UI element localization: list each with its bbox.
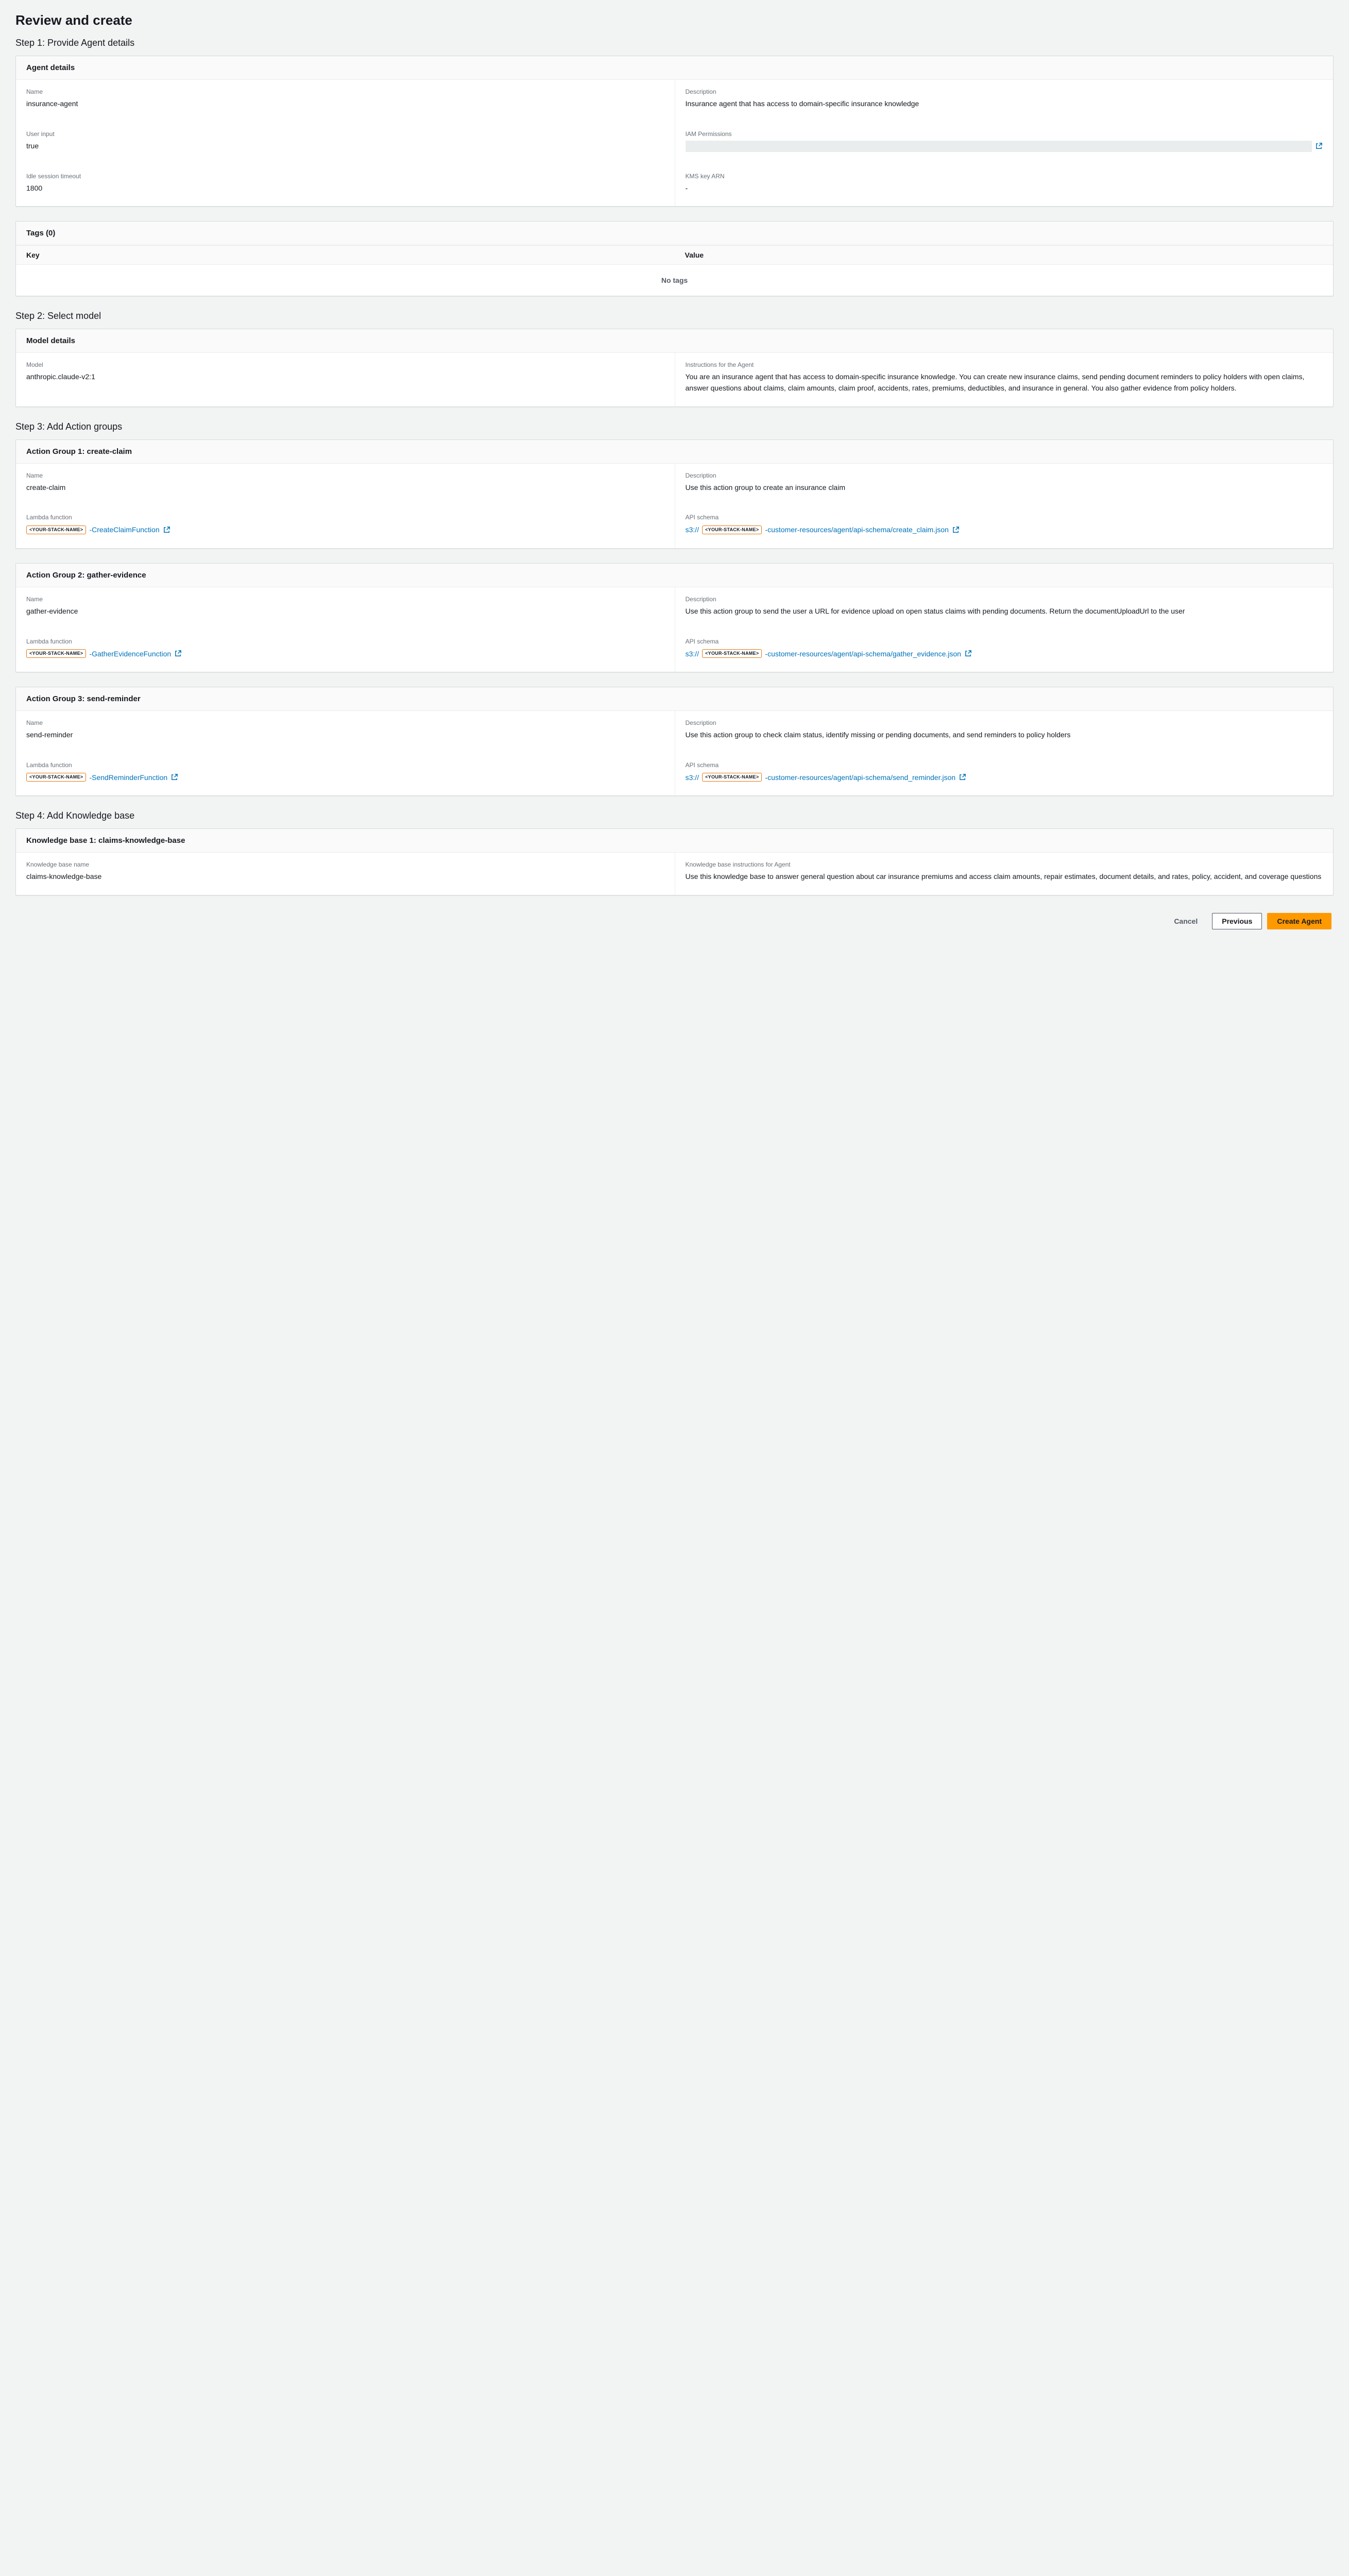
ag-name-value: gather-evidence — [26, 606, 664, 617]
ag-name-label: Name — [26, 596, 664, 603]
idle-value: 1800 — [26, 183, 664, 194]
model-value: anthropic.claude-v2:1 — [26, 371, 664, 383]
external-link-icon[interactable] — [959, 773, 966, 781]
kb-instructions-label: Knowledge base instructions for Agent — [686, 861, 1323, 868]
kb-panel: Knowledge base 1: claims-knowledge-base … — [15, 828, 1334, 895]
name-value: insurance-agent — [26, 98, 664, 110]
kb-name-label: Knowledge base name — [26, 861, 664, 868]
stack-name-placeholder: <YOUR-STACK-NAME> — [702, 773, 762, 782]
lambda-label: Lambda function — [26, 638, 664, 645]
ag-description-value: Use this action group to create an insur… — [686, 482, 1323, 494]
agent-details-panel: Agent details Name insurance-agent Descr… — [15, 56, 1334, 207]
iam-label: IAM Permissions — [686, 130, 1323, 138]
ag-name-label: Name — [26, 472, 664, 479]
ag-description-label: Description — [686, 719, 1323, 726]
footer: Cancel Previous Create Agent — [15, 910, 1334, 935]
lambda-link[interactable]: <YOUR-STACK-NAME>-GatherEvidenceFunction — [26, 648, 182, 659]
tags-value-header: Value — [675, 246, 1334, 264]
tags-header: Tags (0) — [16, 222, 1333, 245]
action-group-panel: Action Group 1: create-claim Name create… — [15, 439, 1334, 549]
action-group-header: Action Group 1: create-claim — [16, 440, 1333, 464]
tags-panel: Tags (0) Key Value No tags — [15, 221, 1334, 296]
step3-title: Step 3: Add Action groups — [15, 421, 1334, 432]
cancel-button[interactable]: Cancel — [1165, 913, 1207, 929]
external-link-icon[interactable] — [163, 526, 170, 534]
user-input-value: true — [26, 141, 664, 152]
page-title: Review and create — [15, 12, 1334, 28]
ag-description-value: Use this action group to send the user a… — [686, 606, 1323, 617]
action-group-header: Action Group 2: gather-evidence — [16, 564, 1333, 587]
step4-title: Step 4: Add Knowledge base — [15, 810, 1334, 821]
kms-label: KMS key ARN — [686, 173, 1323, 180]
lambda-link[interactable]: <YOUR-STACK-NAME>-SendReminderFunction — [26, 772, 178, 783]
model-details-header: Model details — [16, 329, 1333, 353]
lambda-label: Lambda function — [26, 761, 664, 769]
name-label: Name — [26, 88, 664, 95]
user-input-label: User input — [26, 130, 664, 138]
kb-instructions-value: Use this knowledge base to answer genera… — [686, 871, 1323, 883]
stack-name-placeholder: <YOUR-STACK-NAME> — [26, 649, 86, 658]
api-schema-label: API schema — [686, 514, 1323, 521]
kb-name-value: claims-knowledge-base — [26, 871, 664, 883]
create-agent-button[interactable]: Create Agent — [1267, 913, 1331, 929]
ag-description-label: Description — [686, 596, 1323, 603]
instructions-value: You are an insurance agent that has acce… — [686, 371, 1323, 394]
external-link-icon[interactable] — [170, 773, 178, 781]
stack-name-placeholder: <YOUR-STACK-NAME> — [702, 526, 762, 534]
api-schema-link[interactable]: s3://<YOUR-STACK-NAME>-customer-resource… — [686, 648, 972, 659]
lambda-label: Lambda function — [26, 514, 664, 521]
stack-name-placeholder: <YOUR-STACK-NAME> — [702, 649, 762, 658]
step1-title: Step 1: Provide Agent details — [15, 38, 1334, 48]
external-link-icon[interactable] — [952, 526, 960, 534]
external-link-icon[interactable] — [1315, 142, 1323, 150]
action-group-panel: Action Group 2: gather-evidence Name gat… — [15, 563, 1334, 672]
stack-name-placeholder: <YOUR-STACK-NAME> — [26, 526, 86, 534]
tags-empty: No tags — [16, 265, 1333, 296]
step2-title: Step 2: Select model — [15, 311, 1334, 321]
api-schema-label: API schema — [686, 761, 1323, 769]
ag-name-value: create-claim — [26, 482, 664, 494]
lambda-link[interactable]: <YOUR-STACK-NAME>-CreateClaimFunction — [26, 524, 170, 535]
kb-header: Knowledge base 1: claims-knowledge-base — [16, 829, 1333, 853]
model-label: Model — [26, 361, 664, 368]
external-link-icon[interactable] — [174, 650, 182, 657]
ag-description-value: Use this action group to check claim sta… — [686, 730, 1323, 741]
action-group-panel: Action Group 3: send-reminder Name send-… — [15, 687, 1334, 796]
api-schema-label: API schema — [686, 638, 1323, 645]
agent-details-header: Agent details — [16, 56, 1333, 80]
description-label: Description — [686, 88, 1323, 95]
api-schema-link[interactable]: s3://<YOUR-STACK-NAME>-customer-resource… — [686, 772, 967, 783]
description-value: Insurance agent that has access to domai… — [686, 98, 1323, 110]
tags-key-header: Key — [16, 246, 675, 264]
ag-name-value: send-reminder — [26, 730, 664, 741]
instructions-label: Instructions for the Agent — [686, 361, 1323, 368]
api-schema-link[interactable]: s3://<YOUR-STACK-NAME>-customer-resource… — [686, 524, 960, 535]
ag-description-label: Description — [686, 472, 1323, 479]
previous-button[interactable]: Previous — [1212, 913, 1262, 929]
kms-value: - — [686, 183, 1323, 194]
idle-label: Idle session timeout — [26, 173, 664, 180]
action-group-header: Action Group 3: send-reminder — [16, 687, 1333, 711]
stack-name-placeholder: <YOUR-STACK-NAME> — [26, 773, 86, 782]
model-details-panel: Model details Model anthropic.claude-v2:… — [15, 329, 1334, 406]
iam-permissions-field — [686, 141, 1312, 152]
ag-name-label: Name — [26, 719, 664, 726]
external-link-icon[interactable] — [964, 650, 972, 657]
